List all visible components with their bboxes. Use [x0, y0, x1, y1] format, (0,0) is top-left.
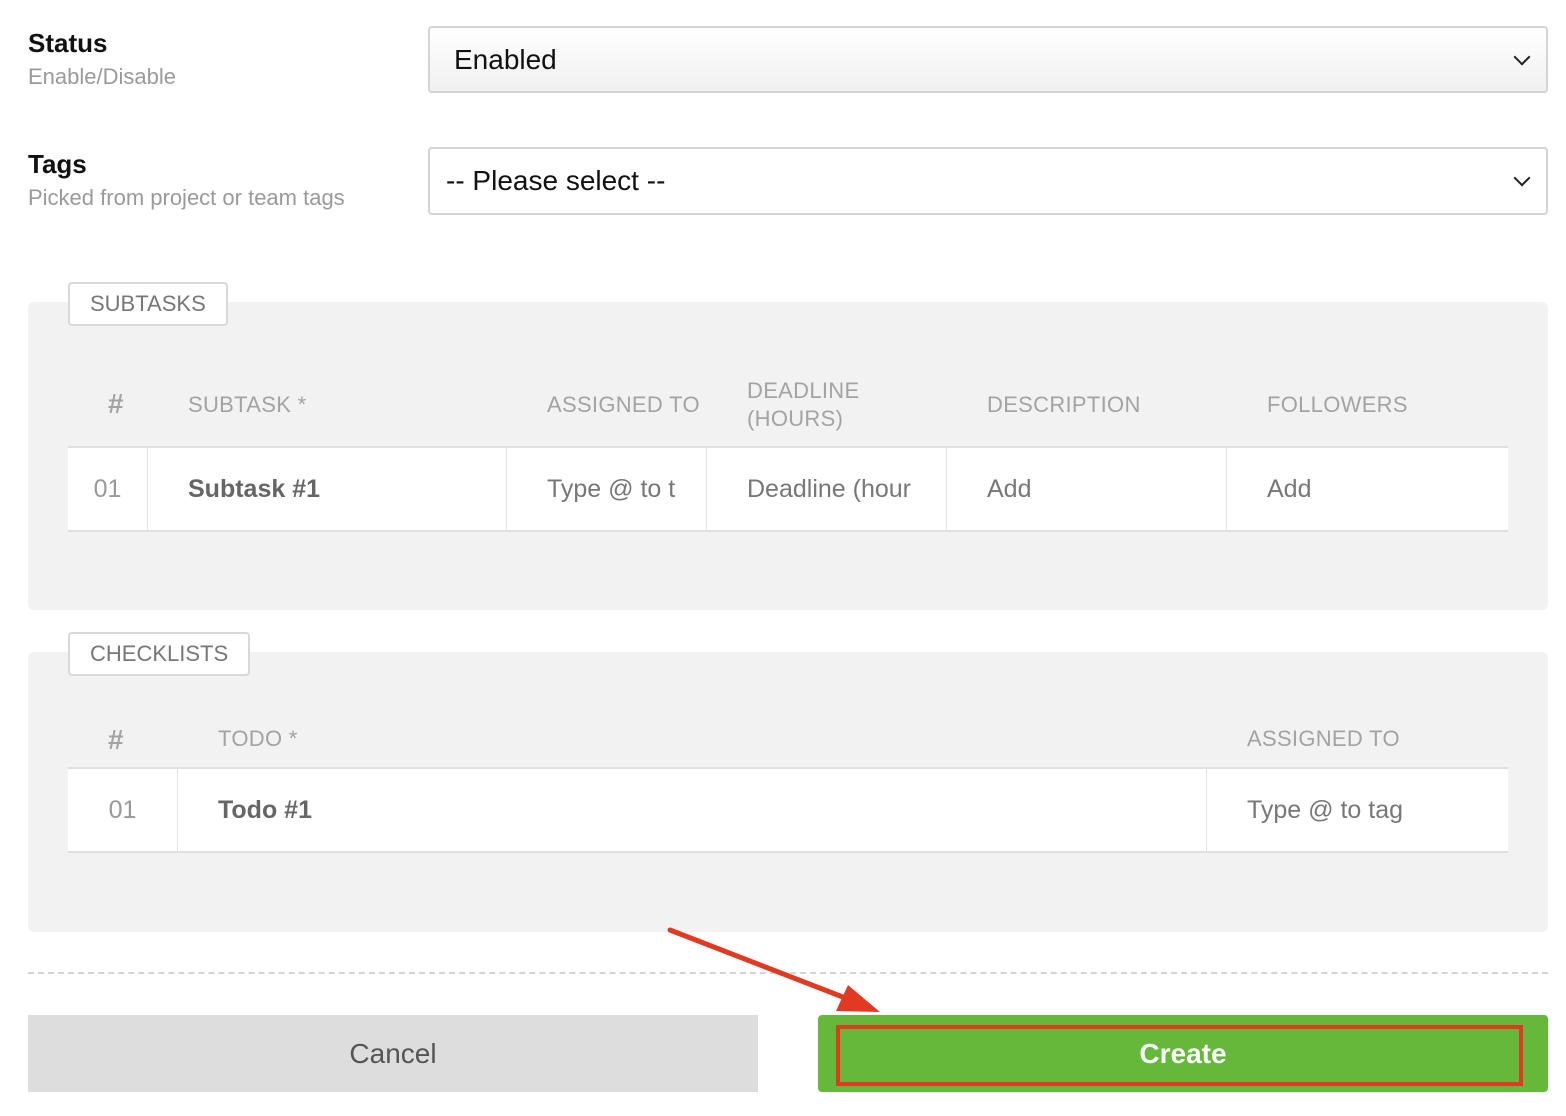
subtask-description-link[interactable]: Add: [947, 448, 1227, 530]
subtasks-col-followers: FOLLOWERS: [1267, 392, 1408, 417]
tags-select[interactable]: -- Please select --: [428, 147, 1548, 215]
checklist-row-number: 01: [68, 769, 178, 851]
todo-assigned-input[interactable]: Type @ to tag: [1207, 769, 1508, 851]
tags-row: Tags Picked from project or team tags --…: [28, 147, 1548, 217]
status-hint: Enable/Disable: [28, 64, 176, 89]
subtask-assigned-input[interactable]: Type @ to t: [507, 448, 707, 530]
status-select-value: Enabled: [454, 43, 557, 75]
subtasks-legend: SUBTASKS: [68, 282, 228, 326]
divider: [28, 972, 1548, 974]
status-row: Status Enable/Disable Enabled: [28, 26, 1548, 96]
subtasks-col-subtask: SUBTASK *: [188, 392, 307, 417]
status-label: Status: [28, 28, 108, 58]
status-select[interactable]: Enabled: [428, 26, 1548, 93]
subtask-deadline-input[interactable]: Deadline (hour: [707, 448, 947, 530]
table-row: 01 Subtask #1 Type @ to t Deadline (hour…: [68, 446, 1508, 532]
todo-name-input[interactable]: Todo #1: [178, 769, 1207, 851]
subtask-followers-link[interactable]: Add: [1227, 448, 1508, 530]
subtasks-panel: SUBTASKS # SUBTASK * ASSIGNED TO DEADLIN…: [28, 282, 1548, 610]
checklists-col-num: #: [108, 724, 124, 755]
create-task-form: Status Enable/Disable Enabled Tags Picke…: [0, 0, 1566, 1116]
table-row: 01 Todo #1 Type @ to tag: [68, 767, 1508, 853]
tags-label: Tags: [28, 149, 87, 179]
tags-select-value: -- Please select --: [446, 165, 666, 196]
subtasks-col-description: DESCRIPTION: [987, 392, 1141, 417]
checklists-panel: CHECKLISTS # TODO * ASSIGNED TO 01 Todo …: [28, 632, 1548, 932]
chevron-down-icon: [1513, 169, 1531, 187]
subtasks-col-deadline: DEADLINE: [747, 378, 860, 403]
subtasks-col-num: #: [108, 388, 124, 419]
chevron-down-icon: [1513, 48, 1531, 65]
checklists-legend: CHECKLISTS: [68, 632, 251, 676]
subtasks-col-deadline-unit: (HOURS): [747, 406, 844, 431]
subtask-row-number: 01: [68, 448, 148, 530]
subtasks-col-assigned: ASSIGNED TO: [547, 392, 700, 417]
subtask-name-input[interactable]: Subtask #1: [148, 448, 507, 530]
create-button[interactable]: Create: [818, 1015, 1548, 1092]
tags-hint: Picked from project or team tags: [28, 185, 345, 210]
checklists-col-todo: TODO *: [218, 726, 298, 751]
checklists-col-assigned: ASSIGNED TO: [1247, 726, 1400, 751]
cancel-button[interactable]: Cancel: [28, 1015, 758, 1092]
